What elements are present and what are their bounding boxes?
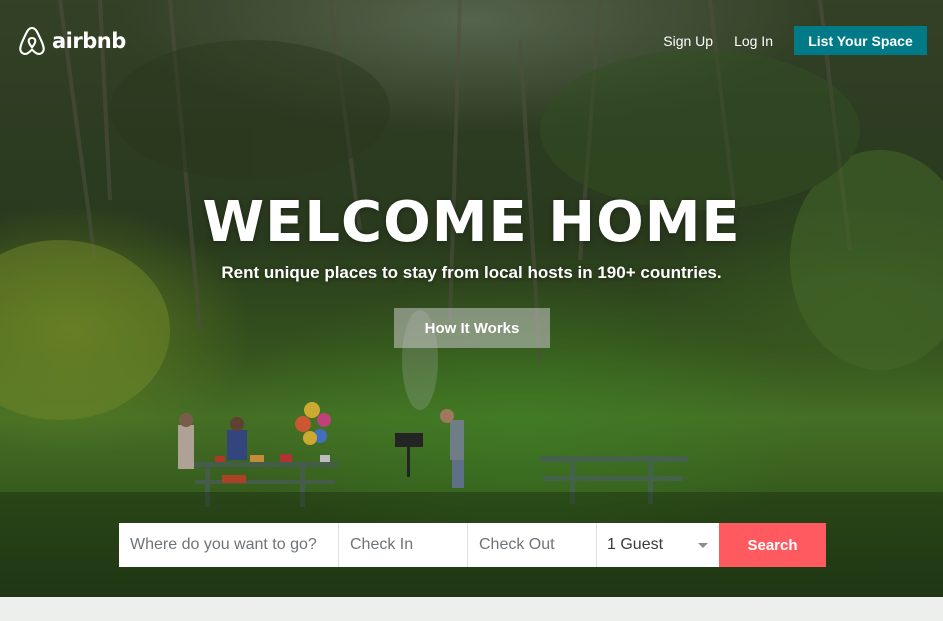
search-form: 1 Guest Search xyxy=(119,523,826,567)
hero-subtitle: Rent unique places to stay from local ho… xyxy=(221,263,722,282)
search-button[interactable]: Search xyxy=(719,523,826,567)
guests-value: 1 Guest xyxy=(607,536,664,553)
location-input[interactable] xyxy=(119,523,339,567)
airbnb-belo-icon xyxy=(19,26,45,55)
airbnb-logo-link[interactable]: airbnb xyxy=(16,25,126,57)
signup-link[interactable]: Sign Up xyxy=(663,33,713,49)
top-nav: Sign Up Log In List Your Space xyxy=(663,26,927,55)
how-it-works-button[interactable]: How It Works xyxy=(394,308,550,348)
check-out-input[interactable] xyxy=(468,523,597,567)
content-section-top xyxy=(0,597,943,621)
check-in-input[interactable] xyxy=(339,523,468,567)
login-link[interactable]: Log In xyxy=(734,33,773,49)
list-your-space-button[interactable]: List Your Space xyxy=(794,26,927,55)
hero-title: WELCOME HOME xyxy=(202,190,741,255)
brand-name: airbnb xyxy=(52,29,126,53)
page: airbnb Sign Up Log In List Your Space WE… xyxy=(0,0,943,621)
chevron-down-icon xyxy=(698,542,708,548)
hero-background-image xyxy=(0,0,943,597)
guests-select[interactable]: 1 Guest xyxy=(597,523,719,567)
hero-overlay xyxy=(0,0,943,597)
